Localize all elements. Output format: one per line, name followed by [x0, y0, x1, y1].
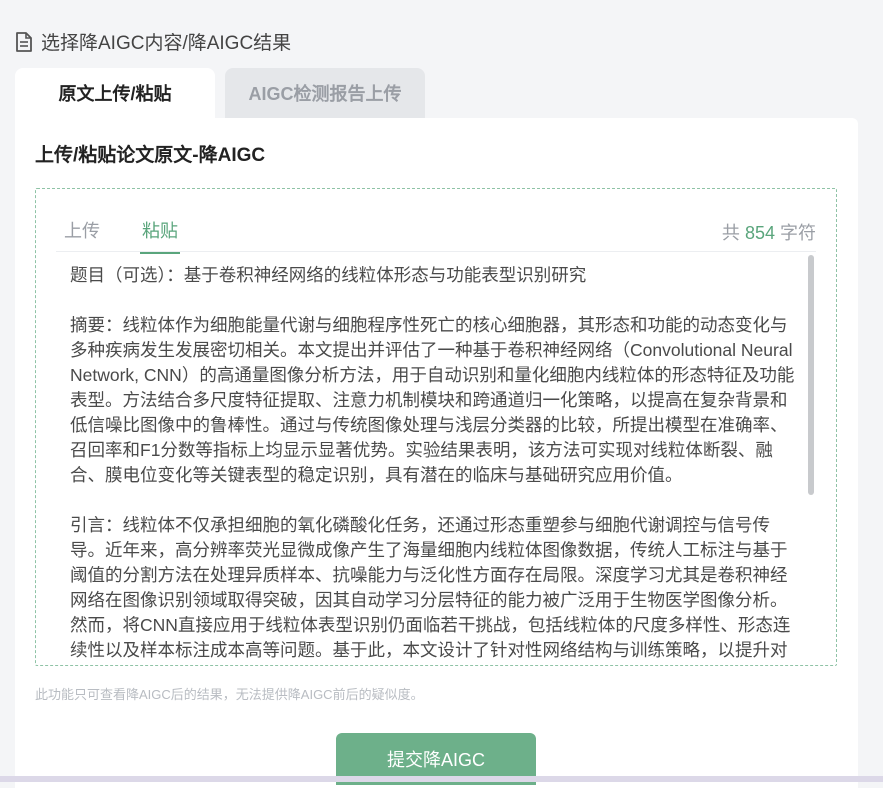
char-count-value: 854 — [744, 223, 775, 243]
input-area: 上传 粘贴 共 854 字符 题目（可选）：基于卷积神经网络的线粒体形态与功能表… — [35, 188, 837, 666]
subtab-upload[interactable]: 上传 — [64, 217, 100, 254]
divider — [56, 251, 816, 252]
subtab-paste[interactable]: 粘贴 — [140, 217, 180, 254]
section-header: 选择降AIGC内容/降AIGC结果 — [15, 28, 291, 55]
tab-original-upload[interactable]: 原文上传/粘贴 — [15, 68, 215, 118]
textarea-scrollbar[interactable] — [808, 255, 814, 495]
document-icon — [16, 31, 32, 52]
input-subtabs: 上传 粘贴 — [64, 217, 180, 254]
mode-tabs: 原文上传/粘贴 AIGC检测报告上传 — [15, 68, 425, 118]
text-title-line: 题目（可选）：基于卷积神经网络的线粒体形态与功能表型识别研究 — [70, 265, 587, 285]
upload-card: 上传/粘贴论文原文-降AIGC 上传 粘贴 共 854 字符 题目（可选）：基于… — [15, 118, 858, 788]
paste-textarea[interactable]: 题目（可选）：基于卷积神经网络的线粒体形态与功能表型识别研究 摘要：线粒体作为细… — [56, 253, 818, 665]
disclaimer-note: 此功能只可查看降AIGC后的结果，无法提供降AIGC前后的疑似度。 — [35, 687, 424, 702]
card-title: 上传/粘贴论文原文-降AIGC — [35, 145, 266, 166]
section-title: 选择降AIGC内容/降AIGC结果 — [41, 33, 292, 54]
text-intro: 引言：线粒体不仅承担细胞的氧化磷酸化任务，还通过形态重塑参与细胞代谢调控与信号传… — [70, 515, 791, 660]
tab-aigc-report-upload[interactable]: AIGC检测报告上传 — [225, 68, 425, 118]
text-abstract: 摘要：线粒体作为细胞能量代谢与细胞程序性死亡的核心细胞器，其形态和功能的动态变化… — [70, 315, 795, 485]
bottom-strip — [0, 776, 883, 782]
char-count: 共 854 字符 — [721, 223, 816, 243]
